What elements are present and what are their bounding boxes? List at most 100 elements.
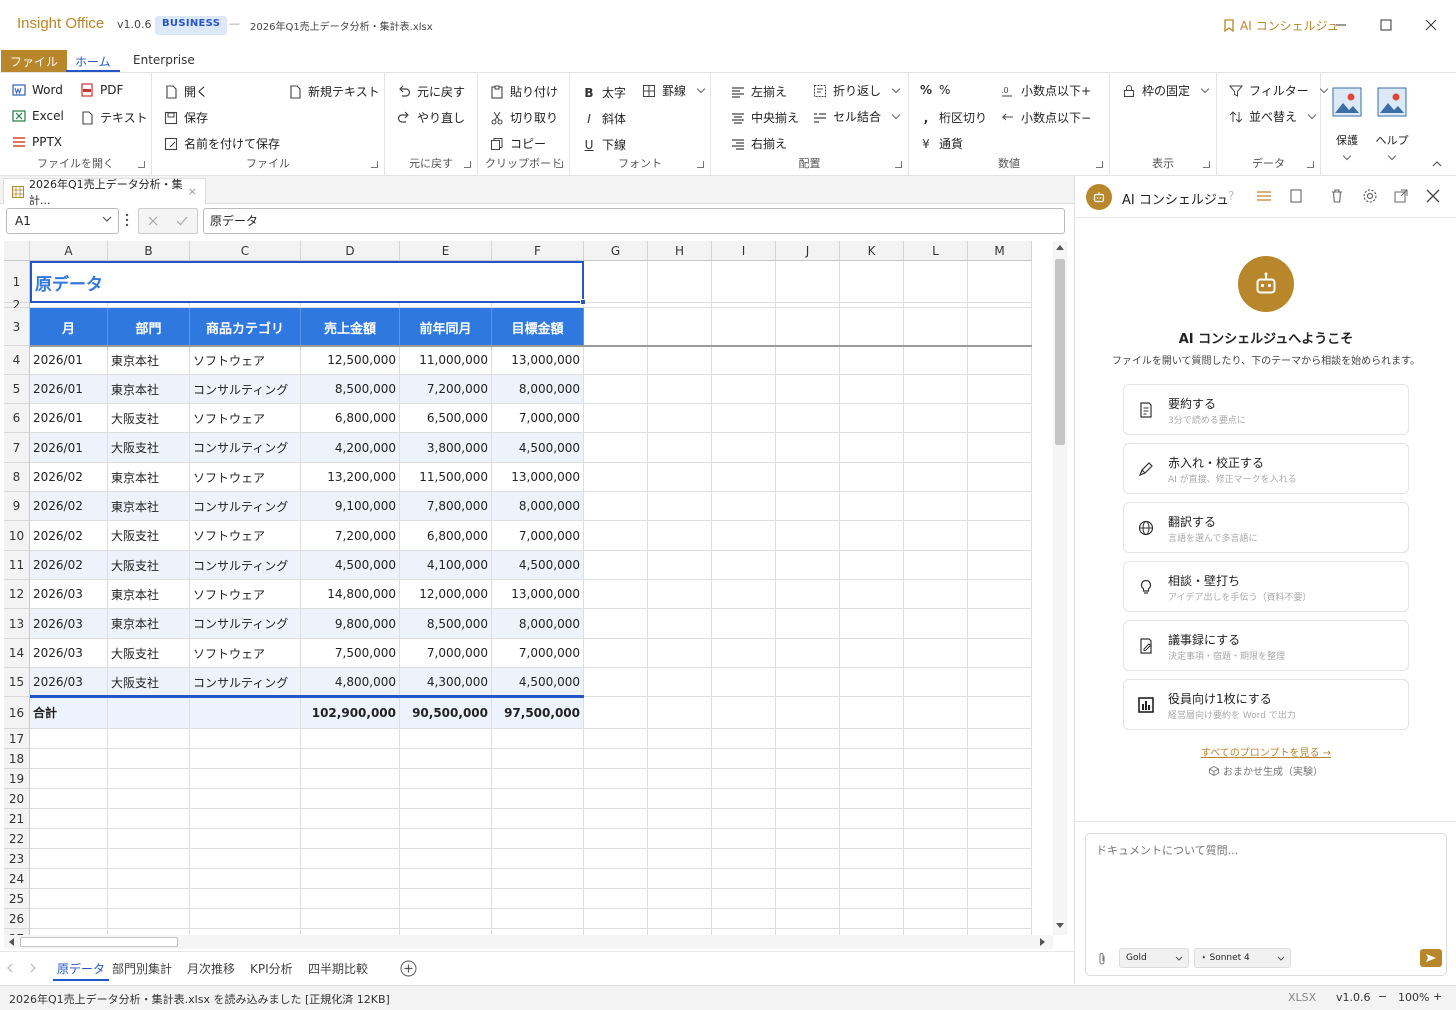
table-cell[interactable]	[492, 769, 584, 789]
tab-home[interactable]: ホーム	[66, 50, 120, 72]
group-launcher-undo[interactable]	[464, 161, 471, 168]
table-cell[interactable]	[584, 404, 648, 433]
column-header-D[interactable]: D	[301, 241, 400, 261]
row-header[interactable]: 21	[4, 809, 30, 829]
table-cell[interactable]	[301, 749, 400, 769]
table-cell[interactable]	[584, 551, 648, 580]
column-header-K[interactable]: K	[840, 241, 904, 261]
table-cell[interactable]	[904, 809, 968, 829]
table-cell[interactable]	[108, 869, 190, 889]
table-cell[interactable]	[301, 889, 400, 909]
table-cell[interactable]	[904, 404, 968, 433]
row-header[interactable]: 23	[4, 849, 30, 869]
group-launcher-view[interactable]	[1203, 161, 1210, 168]
data-cell[interactable]: 3,800,000	[400, 433, 492, 463]
table-cell[interactable]	[400, 749, 492, 769]
row-header[interactable]: 15	[4, 668, 30, 697]
row-header[interactable]: 8	[4, 463, 30, 492]
table-cell[interactable]	[648, 769, 712, 789]
table-cell[interactable]	[904, 639, 968, 668]
column-title-cell[interactable]: 月	[30, 308, 108, 346]
sheet-tab-raw-data[interactable]: 原データ	[53, 958, 110, 981]
data-cell[interactable]: 大阪支社	[108, 639, 190, 668]
border-button[interactable]: 罫線	[642, 82, 706, 99]
table-cell[interactable]	[840, 829, 904, 849]
align-right-button[interactable]: 右揃え	[731, 135, 787, 152]
table-cell[interactable]	[904, 261, 968, 303]
table-cell[interactable]	[584, 346, 648, 375]
table-cell[interactable]	[968, 261, 1032, 303]
row-header[interactable]: 11	[4, 551, 30, 580]
table-cell[interactable]	[108, 789, 190, 809]
zoom-out-button[interactable]: −	[1378, 990, 1387, 1003]
row-header[interactable]: 17	[4, 729, 30, 749]
row-header[interactable]: 26	[4, 909, 30, 929]
row-header[interactable]: 1	[4, 261, 30, 303]
table-cell[interactable]	[190, 749, 301, 769]
table-cell[interactable]	[840, 668, 904, 697]
table-cell[interactable]	[108, 849, 190, 869]
row-header[interactable]: 9	[4, 492, 30, 521]
table-cell[interactable]	[712, 789, 776, 809]
table-cell[interactable]	[712, 375, 776, 404]
table-cell[interactable]	[648, 729, 712, 749]
table-cell[interactable]	[400, 809, 492, 829]
table-cell[interactable]	[776, 375, 840, 404]
trash-icon[interactable]	[1331, 189, 1343, 203]
total-cell[interactable]: 90,500,000	[400, 697, 492, 729]
currency-format-button[interactable]: ¥ 通貨	[919, 135, 963, 152]
total-cell[interactable]	[190, 697, 301, 729]
cancel-edit-icon[interactable]	[148, 216, 158, 226]
increase-decimal-button[interactable]: .0 小数点以下+	[1001, 82, 1091, 99]
save-button[interactable]: 保存	[164, 109, 208, 126]
table-cell[interactable]	[108, 729, 190, 749]
table-cell[interactable]	[190, 849, 301, 869]
table-cell[interactable]	[904, 521, 968, 551]
data-cell[interactable]: 大阪支社	[108, 433, 190, 463]
table-cell[interactable]	[712, 346, 776, 375]
table-cell[interactable]	[968, 308, 1032, 346]
open-button[interactable]: 開く	[164, 83, 208, 100]
table-cell[interactable]	[840, 551, 904, 580]
popout-icon[interactable]	[1394, 189, 1408, 203]
table-cell[interactable]	[492, 729, 584, 749]
table-cell[interactable]	[904, 580, 968, 609]
table-cell[interactable]	[904, 789, 968, 809]
table-cell[interactable]	[840, 889, 904, 909]
data-cell[interactable]: 13,000,000	[492, 463, 584, 492]
table-cell[interactable]	[190, 909, 301, 929]
table-cell[interactable]	[712, 829, 776, 849]
table-cell[interactable]	[648, 308, 712, 346]
help-button[interactable]: ヘルプ	[1375, 87, 1409, 162]
cut-button[interactable]: 切り取り	[490, 109, 558, 126]
table-cell[interactable]	[584, 849, 648, 869]
table-cell[interactable]	[968, 729, 1032, 749]
column-header-E[interactable]: E	[400, 241, 492, 261]
data-cell[interactable]: 4,800,000	[301, 668, 400, 697]
table-cell[interactable]	[904, 869, 968, 889]
group-launcher-clipboard[interactable]	[556, 161, 563, 168]
table-cell[interactable]	[712, 889, 776, 909]
table-cell[interactable]	[840, 789, 904, 809]
table-cell[interactable]	[30, 909, 108, 929]
list-icon[interactable]	[1257, 190, 1271, 202]
table-cell[interactable]	[584, 308, 648, 346]
table-cell[interactable]	[776, 789, 840, 809]
data-cell[interactable]: 東京本社	[108, 375, 190, 404]
table-cell[interactable]	[968, 829, 1032, 849]
table-cell[interactable]	[776, 749, 840, 769]
table-cell[interactable]	[400, 909, 492, 929]
row-header[interactable]: 10	[4, 521, 30, 551]
table-cell[interactable]	[968, 492, 1032, 521]
table-cell[interactable]	[648, 346, 712, 375]
table-cell[interactable]	[904, 463, 968, 492]
data-cell[interactable]: 8,500,000	[400, 609, 492, 639]
tab-enterprise[interactable]: Enterprise	[124, 50, 204, 72]
table-cell[interactable]	[776, 609, 840, 639]
row-header[interactable]: 22	[4, 829, 30, 849]
close-window-button[interactable]	[1413, 10, 1449, 40]
table-cell[interactable]	[30, 749, 108, 769]
data-cell[interactable]: 2026/03	[30, 580, 108, 609]
table-cell[interactable]	[776, 346, 840, 375]
data-cell[interactable]: 12,500,000	[301, 346, 400, 375]
